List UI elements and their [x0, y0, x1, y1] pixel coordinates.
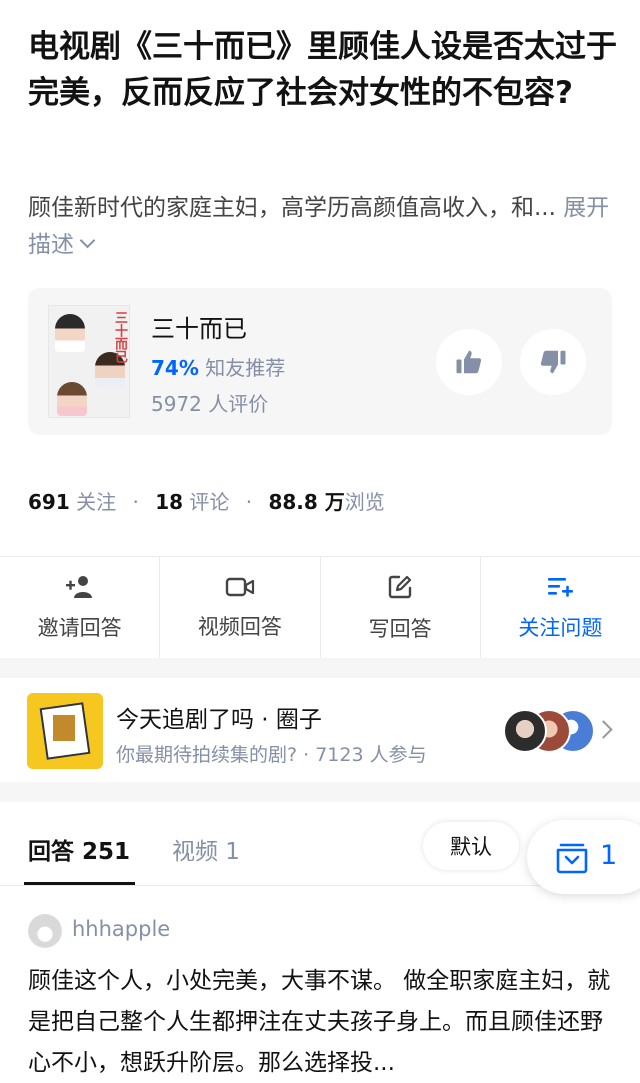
separator: · — [132, 490, 139, 514]
chevron-right-icon — [594, 720, 613, 739]
follow-question-button[interactable]: 关注问题 — [481, 557, 640, 658]
follow-list-icon — [548, 577, 574, 597]
avatar — [503, 709, 547, 753]
answer-author[interactable]: hhhapple — [72, 917, 170, 941]
follow-count: 691 — [28, 490, 70, 514]
inbox-icon — [556, 843, 588, 874]
thumbs-up-icon — [456, 350, 482, 374]
description-text: 顾佳新时代的家庭主妇，高学历高颜值高收入，和... — [28, 195, 556, 221]
floating-inbox-button[interactable]: 1 — [527, 820, 640, 894]
rating-count: 5972 人评价 — [151, 392, 269, 416]
action-bar: 邀请回答 视频回答 写回答 关注问题 — [0, 557, 640, 658]
section-gap — [0, 658, 640, 678]
section-gap — [0, 782, 640, 802]
video-camera-icon — [225, 577, 254, 596]
recommend-button[interactable] — [436, 329, 502, 395]
view-count: 88.8 万 — [268, 490, 345, 514]
video-answer-label: 视频回答 — [197, 614, 282, 639]
question-description[interactable]: 顾佳新时代的家庭主妇，高学历高颜值高收入，和... 展开描述 — [28, 190, 618, 264]
not-recommend-button[interactable] — [520, 329, 586, 395]
invite-answer-button[interactable]: 邀请回答 — [0, 557, 161, 658]
circle-subtitle: 你最期待拍续集的剧? · 7123 人参与 — [116, 744, 427, 766]
tab-videos[interactable]: 视频 1 — [172, 832, 240, 866]
avatar[interactable] — [28, 914, 62, 948]
separator: · — [245, 490, 253, 514]
thumbs-down-icon — [540, 350, 566, 374]
answer-excerpt[interactable]: 顾佳这个人，小处完美，大事不谋。 做全职家庭主妇，就是把自己整个人生都押注在丈夫… — [28, 961, 618, 1083]
recommend-rate: 74% 知友推荐 — [151, 352, 285, 381]
recommend-percent: 74% — [151, 356, 199, 380]
circle-name: 今天追剧了吗 · 圈子 — [116, 707, 322, 733]
question-title: 电视剧《三十而已》里顾佳人设是否太过于完美，反而反应了社会对女性的不包容? — [28, 29, 617, 111]
question-stats: 691 关注 · 18 评论 · 88.8 万浏览 — [28, 486, 385, 515]
show-name: 三十而已 — [151, 315, 247, 343]
video-answer-button[interactable]: 视频回答 — [160, 557, 321, 658]
view-label: 浏览 — [344, 490, 385, 514]
inbox-count: 1 — [600, 840, 618, 871]
write-answer-label: 写回答 — [368, 616, 432, 641]
follow-label: 关注 — [76, 490, 117, 514]
sort-button[interactable]: 默认 — [423, 822, 519, 870]
circle-cover-image — [27, 693, 103, 769]
add-user-icon — [65, 575, 92, 598]
active-tab-indicator — [24, 882, 135, 885]
edit-icon — [388, 575, 412, 598]
follow-question-label: 关注问题 — [518, 615, 603, 640]
tab-answers[interactable]: 回答 251 — [28, 832, 130, 866]
comment-count: 18 — [155, 490, 184, 514]
circle-entry[interactable]: 今天追剧了吗 · 圈子 你最期待拍续集的剧? · 7123 人参与 — [0, 678, 640, 782]
chevron-down-icon — [79, 232, 96, 249]
show-card[interactable]: 三十而已 三十而已 74% 知友推荐 5972 人评价 — [28, 288, 612, 435]
recommend-label: 知友推荐 — [205, 356, 286, 380]
comment-label: 评论 — [189, 490, 230, 514]
show-poster: 三十而已 — [48, 305, 130, 418]
write-answer-button[interactable]: 写回答 — [321, 557, 481, 658]
poster-logo: 三十而已 — [112, 311, 127, 363]
invite-answer-label: 邀请回答 — [37, 615, 122, 640]
